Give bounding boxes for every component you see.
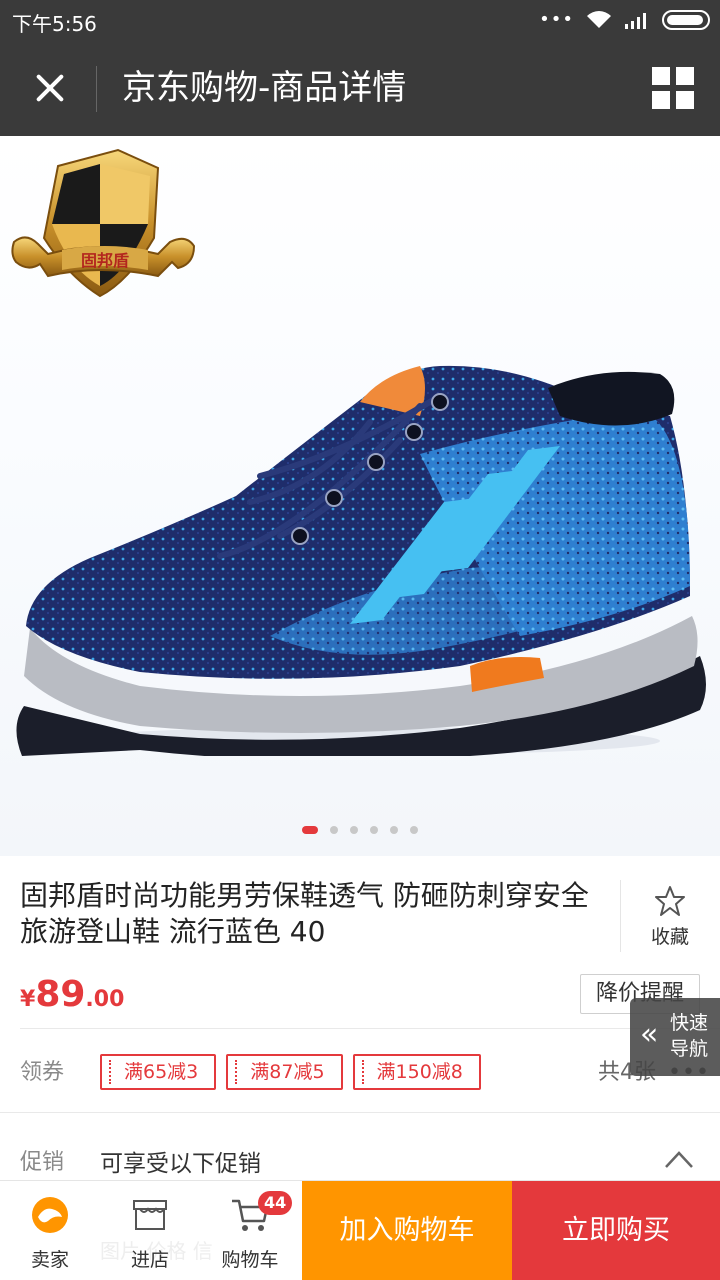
battery-icon: [662, 10, 710, 30]
buy-now-button[interactable]: 立即购买: [512, 1181, 720, 1280]
promotion-label: 促销: [20, 1150, 65, 1175]
cart-count-badge: 44: [258, 1191, 293, 1215]
store-label: 进店: [130, 1249, 169, 1271]
promotion-text[interactable]: 可享受以下促销: [100, 1144, 261, 1178]
product-image-gallery[interactable]: 固邦盾: [0, 136, 720, 856]
favorite-label: 收藏: [650, 926, 689, 948]
favorite-button[interactable]: 收藏: [632, 884, 708, 954]
product-shoe-image: [16, 365, 706, 756]
price-currency: ¥: [20, 987, 36, 1012]
grid-menu-icon-cell: [676, 91, 694, 109]
brand-logo-text: 固邦盾: [81, 251, 129, 270]
product-name: 固邦盾时尚功能男劳保鞋透气 防砸防刺穿安全旅游登山鞋 流行蓝色 40: [20, 879, 589, 948]
cart-label: 购物车: [221, 1249, 279, 1271]
coupon-list: 满65减3 满87减5 满150减8: [100, 1054, 481, 1090]
seller-tab[interactable]: 卖家: [0, 1181, 100, 1280]
store-icon: [133, 1200, 167, 1230]
star-icon: [655, 886, 685, 916]
grid-menu-icon: [652, 67, 670, 85]
brand-logo: 固邦盾: [11, 148, 196, 298]
product-detail-page: 下午5:56 ••• 京东购物-商品详情 固邦盾 固邦盾时尚功能男劳保鞋透气 防…: [0, 0, 720, 1280]
status-bar: 下午5:56 •••: [0, 0, 720, 40]
coupon-item[interactable]: 满65减3: [100, 1054, 217, 1090]
product-price: ¥89.00: [20, 974, 124, 1015]
status-time: 下午5:56: [12, 12, 97, 36]
title-bar: 京东购物-商品详情: [0, 40, 720, 136]
cart-tab[interactable]: 44 购物车: [200, 1181, 300, 1280]
grid-menu-icon-cell: [652, 91, 670, 109]
status-icons: •••: [539, 8, 710, 32]
carousel-dot: [350, 826, 358, 834]
coupon-item[interactable]: 满150减8: [352, 1054, 481, 1090]
carousel-dots: [0, 826, 720, 834]
carousel-dot-active: [302, 826, 318, 834]
grid-menu-button[interactable]: [652, 67, 694, 109]
wifi-icon: [587, 11, 611, 28]
page-title: 京东购物-商品详情: [122, 68, 407, 108]
add-to-cart-button[interactable]: 加入购物车: [302, 1181, 512, 1280]
quick-nav-button[interactable]: « 快速导航: [630, 998, 720, 1076]
price-decimal: .00: [85, 987, 125, 1012]
grid-menu-icon-cell: [676, 67, 694, 85]
price-integer: 89: [35, 974, 86, 1015]
chevron-up-icon[interactable]: [664, 1148, 694, 1170]
carousel-dot: [390, 826, 398, 834]
title-divider: [96, 66, 97, 112]
close-button[interactable]: [24, 62, 76, 114]
bottom-action-bar: 图片 价格 信 卖家 进店 44 购物车 加入购物车 立即购买: [0, 1180, 720, 1280]
seller-icon: [32, 1197, 68, 1233]
more-dots-icon: •••: [539, 9, 574, 30]
coupon-item[interactable]: 满87减5: [226, 1054, 343, 1090]
carousel-dot: [370, 826, 378, 834]
coupon-label: 领券: [20, 1060, 65, 1085]
carousel-dot: [330, 826, 338, 834]
divider: [20, 1028, 720, 1029]
carousel-dot: [410, 826, 418, 834]
double-chevron-left-icon: «: [640, 1017, 659, 1052]
signal-icon: [625, 13, 646, 29]
quick-nav-label: 快速导航: [670, 1012, 709, 1060]
store-tab[interactable]: 进店: [100, 1181, 200, 1280]
seller-label: 卖家: [30, 1249, 69, 1271]
favorite-divider: [620, 880, 621, 952]
divider: [0, 1112, 720, 1113]
